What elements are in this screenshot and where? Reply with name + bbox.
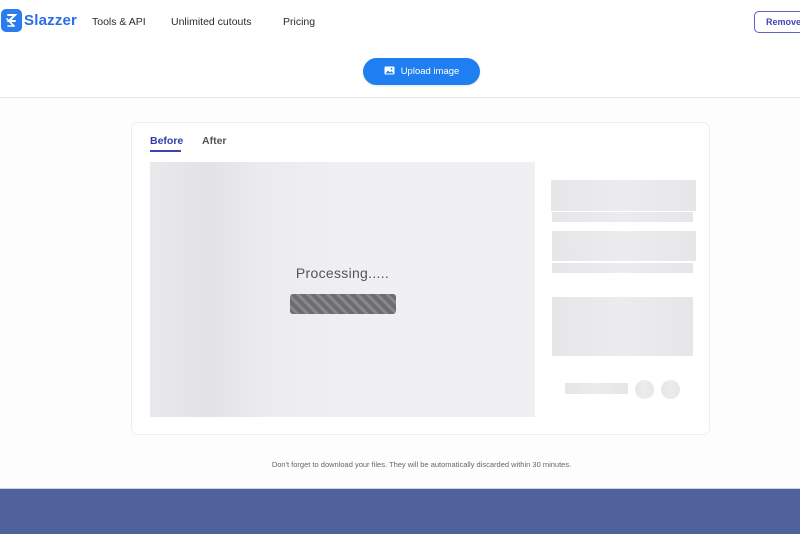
skeleton-line [552,263,693,273]
nav-pricing[interactable]: Pricing [283,16,315,28]
logo[interactable]: Slazzer [1,9,77,32]
skeleton-block [552,231,696,261]
upload-bar: Upload image [0,46,800,98]
brand-name: Slazzer [24,12,78,29]
nav-unlimited-cutouts[interactable]: Unlimited cutouts [171,16,252,28]
skeleton-circle [661,380,680,399]
footer-band [0,488,800,534]
top-navbar: Slazzer Tools & API Unlimited cutouts Pr… [0,0,800,46]
skeleton-block [551,180,696,211]
skeleton-line [552,212,693,222]
skeleton-circle [635,380,654,399]
processing-status: Processing..... [295,265,390,281]
image-preview: Processing..... [150,162,535,417]
remove-button[interactable]: Remove [754,11,800,33]
upload-image-button[interactable]: Upload image [363,58,480,85]
download-notice: Don't forget to download your files. The… [271,460,572,469]
image-icon [384,66,395,78]
tab-after[interactable]: After [202,135,227,147]
slazzer-logo-icon [1,9,22,32]
skeleton-block [552,297,693,356]
skeleton-line [565,383,628,394]
tab-before[interactable]: Before [150,135,183,147]
upload-image-label: Upload image [400,66,460,77]
progress-bar [290,294,396,314]
active-tab-indicator [150,150,181,152]
nav-tools-api[interactable]: Tools & API [92,16,146,28]
